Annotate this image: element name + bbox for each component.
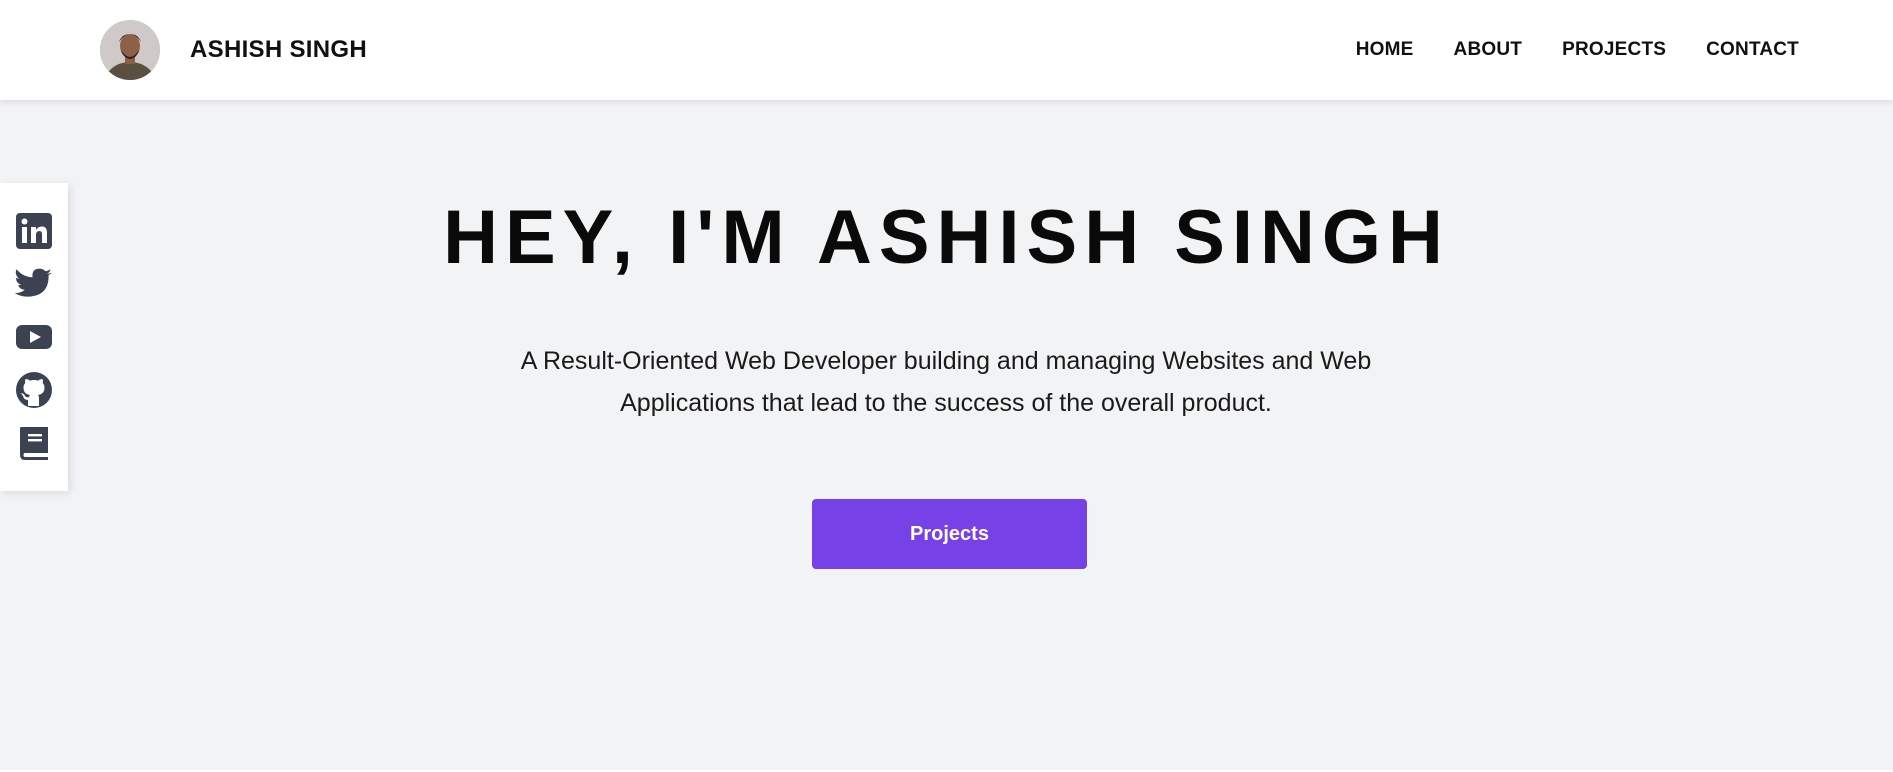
nav-contact[interactable]: CONTACT bbox=[1706, 39, 1799, 61]
linkedin-icon[interactable] bbox=[15, 213, 53, 249]
main-nav: HOME ABOUT PROJECTS CONTACT bbox=[1356, 0, 1799, 100]
projects-button[interactable]: Projects bbox=[812, 499, 1087, 569]
social-sidebar bbox=[0, 183, 68, 491]
brand-name: ASHISH SINGH bbox=[190, 36, 367, 63]
nav-projects[interactable]: PROJECTS bbox=[1562, 39, 1666, 61]
twitter-icon[interactable] bbox=[15, 266, 53, 302]
nav-home[interactable]: HOME bbox=[1356, 39, 1414, 61]
book-icon[interactable] bbox=[15, 425, 53, 461]
site-header: ASHISH SINGH HOME ABOUT PROJECTS CONTACT bbox=[0, 0, 1893, 100]
hero-section: HEY, I'M ASHISH SINGH A Result-Oriented … bbox=[0, 100, 1893, 772]
nav-about[interactable]: ABOUT bbox=[1454, 39, 1523, 61]
hero-title: HEY, I'M ASHISH SINGH bbox=[443, 195, 1450, 280]
youtube-icon[interactable] bbox=[15, 319, 53, 355]
hero-subtitle-line1: A Result-Oriented Web Developer building… bbox=[520, 347, 1372, 375]
hero-subtitle: A Result-Oriented Web Developer building… bbox=[496, 340, 1396, 424]
github-icon[interactable] bbox=[15, 372, 53, 408]
avatar bbox=[100, 20, 160, 80]
brand[interactable]: ASHISH SINGH bbox=[100, 20, 367, 80]
hero-subtitle-line2: Applications that lead to the success of… bbox=[620, 389, 1272, 417]
